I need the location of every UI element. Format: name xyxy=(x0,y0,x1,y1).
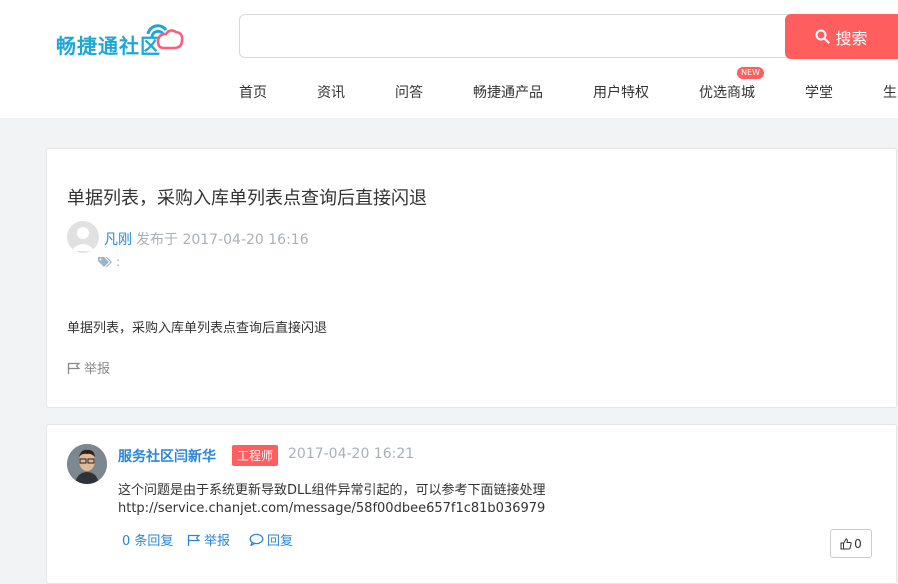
question-title: 单据列表，采购入库单列表点查询后直接闪退 xyxy=(67,188,427,209)
answer-time: 2017-04-20 16:21 xyxy=(288,446,415,462)
answer-text: 这个问题是由于系统更新导致DLL组件异常引起的，可以参考下面链接处理 xyxy=(118,483,546,498)
site-logo[interactable]: 畅捷通社区 xyxy=(56,20,188,60)
thumbs-up-icon xyxy=(840,537,852,549)
nav-item-more[interactable]: 生 xyxy=(883,82,897,102)
reply-button[interactable]: 回复 xyxy=(249,530,293,549)
tag-icon xyxy=(98,257,112,267)
like-button[interactable]: 0 xyxy=(830,529,872,558)
nav-item-qa[interactable]: 问答 xyxy=(395,82,423,102)
question-publish-time: 发布于 2017-04-20 16:16 xyxy=(136,232,309,248)
nav-item-news[interactable]: 资讯 xyxy=(317,82,345,102)
question-body: 单据列表，采购入库单列表点查询后直接闪退 xyxy=(67,321,328,336)
answer-avatar[interactable] xyxy=(67,444,107,484)
search-button-label: 搜索 xyxy=(835,28,868,48)
flag-icon xyxy=(67,362,81,374)
answer-report-label: 举报 xyxy=(204,534,231,549)
reply-label: 回复 xyxy=(267,534,294,549)
question-author[interactable]: 凡刚 xyxy=(104,229,132,249)
question-card: 单据列表，采购入库单列表点查询后直接闪退 凡刚 发布于 2017-04-20 1… xyxy=(46,148,897,408)
logo-signal-icon xyxy=(146,24,184,50)
avatar[interactable] xyxy=(67,221,99,253)
site-header: 畅捷通社区 搜索 首页 资讯 问答 畅捷通产品 用户特权 优选商城 NEW 学堂… xyxy=(0,0,898,118)
answer-report-button[interactable]: 举报 xyxy=(187,530,230,549)
nav-item-home[interactable]: 首页 xyxy=(239,82,267,102)
flag-icon xyxy=(187,534,201,546)
user-icon xyxy=(71,227,95,251)
search-icon xyxy=(815,29,831,44)
search-field[interactable] xyxy=(239,14,799,58)
search-button[interactable]: 搜索 xyxy=(785,14,898,59)
replies-count: 0 条回复 xyxy=(122,534,174,549)
nav-item-academy[interactable]: 学堂 xyxy=(805,82,833,102)
answer-card: 服务社区闫新华 工程师 2017-04-20 16:21 这个问题是由于系统更新… xyxy=(46,424,897,584)
engineer-badge: 工程师 xyxy=(232,445,279,466)
user-photo-icon xyxy=(67,444,107,484)
like-count: 0 xyxy=(854,536,862,551)
replies-count-button[interactable]: 0 条回复 xyxy=(122,530,173,549)
tags-label: : xyxy=(116,255,121,269)
answer-link[interactable]: http://service.chanjet.com/message/58f00… xyxy=(118,501,545,516)
report-label: 举报 xyxy=(84,362,111,377)
nav-item-mall[interactable]: 优选商城 xyxy=(699,82,755,102)
answer-author[interactable]: 服务社区闫新华 xyxy=(118,446,216,466)
report-button[interactable]: 举报 xyxy=(67,358,110,377)
nav-item-products[interactable]: 畅捷通产品 xyxy=(473,82,543,102)
comment-icon xyxy=(249,533,264,546)
new-badge: NEW xyxy=(737,67,764,79)
nav-item-privileges[interactable]: 用户特权 xyxy=(593,82,649,102)
search-input[interactable] xyxy=(240,15,799,57)
